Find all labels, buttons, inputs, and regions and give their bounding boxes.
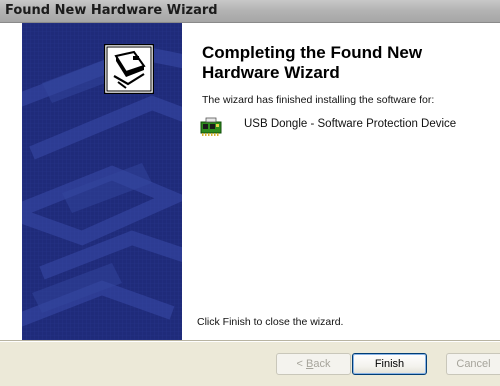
- info-text: The wizard has finished installing the s…: [202, 94, 435, 106]
- window-title: Found New Hardware Wizard: [5, 3, 218, 18]
- wizard-side-panel: [22, 23, 182, 340]
- close-hint-text: Click Finish to close the wizard.: [197, 316, 344, 328]
- cancel-button[interactable]: Cancel: [446, 353, 500, 375]
- device-name: USB Dongle - Software Protection Device: [244, 118, 457, 130]
- wizard-window: Found New Hardware Wizard Completing the…: [0, 0, 500, 386]
- finish-button[interactable]: Finish: [352, 353, 427, 375]
- hardware-wizard-icon: [104, 44, 154, 94]
- side-panel-artwork: [22, 23, 182, 340]
- button-bar: < Back Finish Cancel: [0, 340, 500, 386]
- usb-device-icon: [200, 117, 222, 136]
- back-button-prefix: <: [296, 358, 306, 370]
- page-heading: Completing the Found New Hardware Wizard: [202, 43, 423, 82]
- back-button-rest: ack: [313, 358, 331, 370]
- title-bar[interactable]: Found New Hardware Wizard: [0, 0, 500, 23]
- back-button[interactable]: < Back: [276, 353, 351, 375]
- device-row: USB Dongle - Software Protection Device: [200, 116, 500, 146]
